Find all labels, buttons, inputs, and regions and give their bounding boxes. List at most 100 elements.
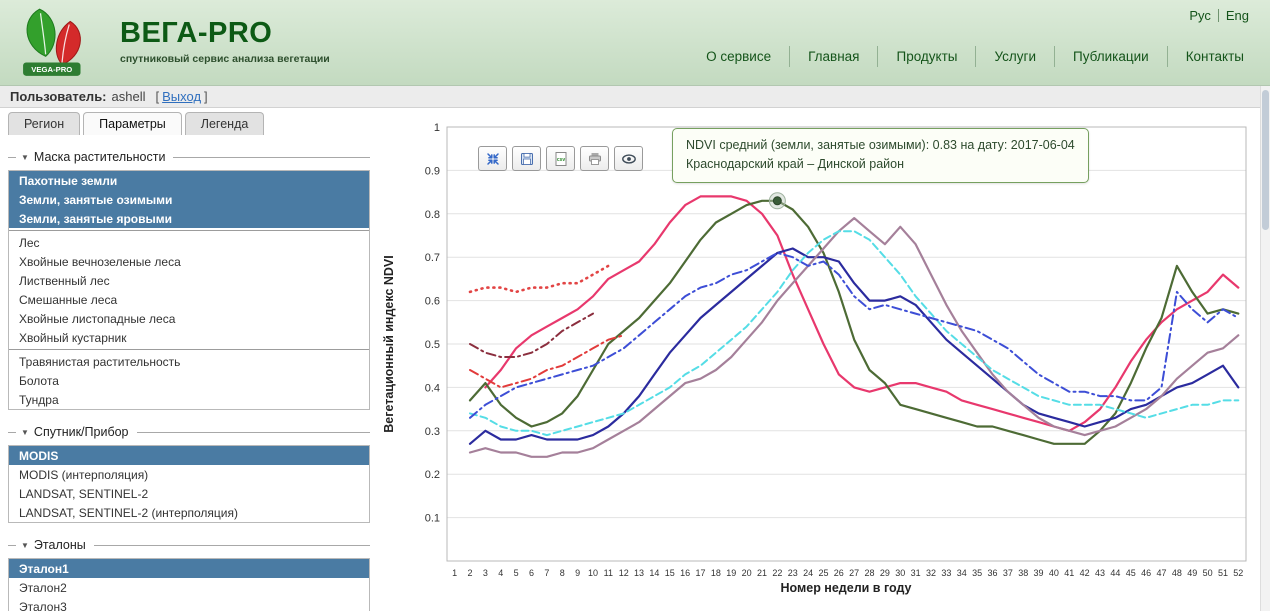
vega-pro-app: VEGA-PRO ВЕГА-PRO спутниковый сервис ана… xyxy=(0,0,1270,611)
list-item[interactable]: Земли, занятые яровыми xyxy=(9,209,369,228)
svg-text:27: 27 xyxy=(849,568,859,578)
tab-legend[interactable]: Легенда xyxy=(185,112,265,135)
nav-products[interactable]: Продукты xyxy=(877,46,975,67)
brand: ВЕГА-PRO спутниковый сервис анализа веге… xyxy=(120,17,330,65)
svg-text:28: 28 xyxy=(865,568,875,578)
nav-home[interactable]: Главная xyxy=(789,46,877,67)
list-item[interactable]: Эталон1 xyxy=(9,559,369,578)
svg-text:29: 29 xyxy=(880,568,890,578)
save-icon xyxy=(519,151,535,167)
svg-text:37: 37 xyxy=(1003,568,1013,578)
logo-badge-text: VEGA-PRO xyxy=(31,65,72,74)
chart-export-csv-button[interactable]: csv xyxy=(546,146,575,171)
etalon-section-header[interactable]: ▼ Эталоны xyxy=(8,538,370,552)
svg-text:11: 11 xyxy=(604,568,613,578)
chart-print-button[interactable] xyxy=(580,146,609,171)
list-item[interactable]: Травянистая растительность xyxy=(9,352,369,371)
svg-text:7: 7 xyxy=(544,568,549,578)
list-separator xyxy=(9,349,369,350)
svg-text:23: 23 xyxy=(788,568,798,578)
list-item[interactable]: MODIS (интерполяция) xyxy=(9,465,369,484)
svg-text:21: 21 xyxy=(757,568,767,578)
svg-text:14: 14 xyxy=(649,568,659,578)
mask-section-header[interactable]: ▼ Маска растительности xyxy=(8,150,370,164)
list-item[interactable]: Хвойные вечнозеленые леса xyxy=(9,252,369,271)
svg-text:38: 38 xyxy=(1018,568,1028,578)
list-item[interactable]: Эталон2 xyxy=(9,578,369,597)
list-item[interactable]: Хвойные листопадные леса xyxy=(9,309,369,328)
list-item[interactable]: Тундра xyxy=(9,390,369,409)
list-item[interactable]: Земли, занятые озимыми xyxy=(9,190,369,209)
collapse-triangle-icon: ▼ xyxy=(21,428,29,437)
svg-text:3: 3 xyxy=(483,568,488,578)
svg-text:20: 20 xyxy=(742,568,752,578)
svg-text:12: 12 xyxy=(619,568,629,578)
tab-parameters[interactable]: Параметры xyxy=(83,112,182,135)
list-item[interactable]: Пахотные земли xyxy=(9,171,369,190)
app-subtitle: спутниковый сервис анализа вегетации xyxy=(120,53,330,65)
vegetation-mask-list: Пахотные земли Земли, занятые озимыми Зе… xyxy=(8,170,370,410)
chart-save-button[interactable] xyxy=(512,146,541,171)
svg-text:52: 52 xyxy=(1233,568,1243,578)
compress-arrows-icon xyxy=(485,151,501,167)
chart-toolbar: csv xyxy=(478,146,643,171)
nav-about[interactable]: О сервисе xyxy=(688,46,789,67)
list-item[interactable]: MODIS xyxy=(9,446,369,465)
vega-logo[interactable]: VEGA-PRO xyxy=(8,3,112,83)
svg-text:47: 47 xyxy=(1156,568,1166,578)
svg-text:42: 42 xyxy=(1080,568,1090,578)
nav-services[interactable]: Услуги xyxy=(975,46,1054,67)
list-item[interactable]: LANDSAT, SENTINEL-2 (интерполяция) xyxy=(9,503,369,522)
list-item[interactable]: Лес xyxy=(9,233,369,252)
svg-text:4: 4 xyxy=(498,568,503,578)
csv-export-icon: csv xyxy=(553,151,569,167)
svg-text:0.2: 0.2 xyxy=(425,469,440,481)
list-item[interactable]: LANDSAT, SENTINEL-2 xyxy=(9,484,369,503)
sensor-list: MODIS MODIS (интерполяция) LANDSAT, SENT… xyxy=(8,445,370,523)
sidebar-tabs: Регион Параметры Легенда xyxy=(8,112,370,135)
svg-text:35: 35 xyxy=(972,568,982,578)
svg-text:15: 15 xyxy=(665,568,675,578)
svg-text:9: 9 xyxy=(575,568,580,578)
svg-text:19: 19 xyxy=(726,568,736,578)
list-item[interactable]: Лиственный лес xyxy=(9,271,369,290)
chart-fit-button[interactable] xyxy=(478,146,507,171)
nav-publications[interactable]: Публикации xyxy=(1054,46,1167,67)
scrollbar-thumb[interactable] xyxy=(1262,90,1269,230)
app-title: ВЕГА-PRO xyxy=(120,17,330,50)
svg-text:32: 32 xyxy=(926,568,936,578)
svg-text:0.1: 0.1 xyxy=(425,513,440,525)
collapse-triangle-icon: ▼ xyxy=(21,153,29,162)
list-item[interactable]: Смешанные леса xyxy=(9,290,369,309)
user-bar: Пользователь: ashell [ Выход ] xyxy=(0,86,1270,108)
etalon-list: Эталон1 Эталон2 Эталон3 Эталон4 xyxy=(8,558,370,611)
svg-text:0.7: 0.7 xyxy=(425,252,440,264)
print-icon xyxy=(587,151,603,167)
svg-text:10: 10 xyxy=(588,568,598,578)
list-item[interactable]: Эталон3 xyxy=(9,597,369,611)
bracket-close: ] xyxy=(204,89,208,104)
chart-visibility-button[interactable] xyxy=(614,146,643,171)
list-item[interactable]: Болота xyxy=(9,371,369,390)
lang-eng[interactable]: Eng xyxy=(1219,8,1256,23)
svg-text:44: 44 xyxy=(1110,568,1120,578)
list-item[interactable]: Хвойный кустарник xyxy=(9,328,369,347)
svg-text:5: 5 xyxy=(514,568,519,578)
language-switcher: Рус Eng xyxy=(1182,8,1256,23)
lang-rus[interactable]: Рус xyxy=(1182,8,1218,23)
svg-text:18: 18 xyxy=(711,568,721,578)
svg-text:0.3: 0.3 xyxy=(425,426,440,438)
logout-link[interactable]: Выход xyxy=(162,89,201,104)
svg-text:26: 26 xyxy=(834,568,844,578)
nav-contacts[interactable]: Контакты xyxy=(1167,46,1262,67)
tab-region[interactable]: Регион xyxy=(8,112,80,135)
chart-tooltip: NDVI средний (земли, занятые озимыми): 0… xyxy=(672,128,1089,183)
etalon-section-title: Эталоны xyxy=(34,538,86,552)
svg-text:50: 50 xyxy=(1203,568,1213,578)
vertical-scrollbar[interactable] xyxy=(1260,86,1270,611)
svg-text:22: 22 xyxy=(772,568,782,578)
ndvi-chart[interactable]: 0.10.20.30.40.50.60.70.80.91123456789101… xyxy=(375,113,1270,611)
svg-text:24: 24 xyxy=(803,568,813,578)
svg-text:1: 1 xyxy=(434,122,440,134)
sensor-section-header[interactable]: ▼ Спутник/Прибор xyxy=(8,425,370,439)
